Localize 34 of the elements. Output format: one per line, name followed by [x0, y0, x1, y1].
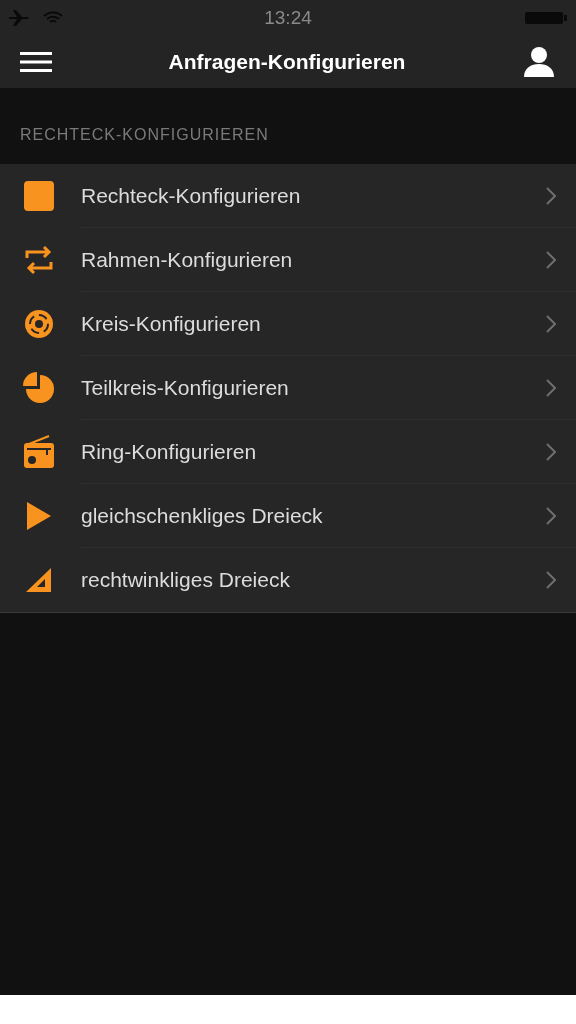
item-label: Ring-Konfigurieren — [81, 438, 258, 465]
item-label: rechtwinkliges Dreieck — [81, 567, 291, 594]
radio-icon — [23, 435, 55, 469]
chevron-right-icon — [546, 571, 556, 589]
item-label: Kreis-Konfigurieren — [81, 310, 262, 337]
item-label: Rechteck-Konfigurieren — [81, 182, 302, 209]
list-item[interactable]: Teilkreis-Konfigurieren — [0, 356, 576, 420]
list-item[interactable]: gleichschenkliges Dreieck — [0, 484, 576, 548]
menu-icon[interactable] — [20, 50, 52, 74]
battery-icon — [524, 10, 568, 26]
list-item[interactable]: Rahmen-Konfigurieren — [0, 228, 576, 292]
play-icon — [25, 500, 53, 532]
list-item[interactable]: Rechteck-Konfigurieren — [0, 164, 576, 228]
section-header: RECHTECK-KONFIGURIEREN — [20, 124, 269, 145]
square-icon — [23, 180, 55, 212]
chevron-right-icon — [546, 250, 556, 269]
user-icon[interactable] — [522, 46, 556, 78]
chevron-right-icon — [546, 506, 556, 525]
repeat-icon — [24, 244, 54, 276]
nav-title: Anfragen-Konfigurieren — [167, 49, 407, 76]
list-item[interactable]: Kreis-Konfigurieren — [0, 292, 576, 356]
item-label: Teilkreis-Konfigurieren — [81, 374, 290, 401]
list-item[interactable]: rechtwinkliges Dreieck — [0, 548, 576, 612]
list-item[interactable]: Ring-Konfigurieren — [0, 420, 576, 484]
lifebuoy-icon — [23, 308, 55, 340]
airplane-icon — [8, 9, 30, 27]
chevron-right-icon — [546, 378, 556, 397]
chevron-right-icon — [546, 314, 556, 333]
item-label: gleichschenkliges Dreieck — [81, 502, 324, 529]
pie-chart-icon — [22, 371, 56, 405]
item-label: Rahmen-Konfigurieren — [81, 246, 294, 273]
status-time: 13:24 — [264, 5, 312, 30]
chevron-right-icon — [546, 186, 556, 205]
chevron-right-icon — [546, 442, 556, 461]
